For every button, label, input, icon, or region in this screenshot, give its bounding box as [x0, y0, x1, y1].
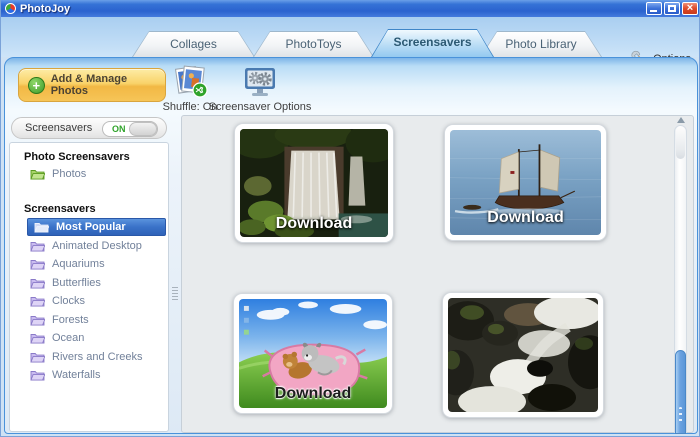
folder-icon — [30, 334, 45, 344]
close-icon: × — [686, 2, 694, 14]
maximize-button[interactable] — [664, 2, 680, 15]
minimize-icon — [650, 10, 657, 12]
sidebar-item-photos[interactable]: Photos — [30, 165, 86, 183]
app-logo-icon — [5, 3, 16, 14]
folder-icon — [30, 297, 45, 307]
sidebar-item-forests[interactable]: Forests — [30, 311, 89, 329]
scroll-up-icon[interactable] — [677, 117, 685, 123]
download-label: Download — [275, 215, 353, 232]
sidebar-splitter[interactable] — [171, 115, 179, 433]
gallery-scrollbar[interactable] — [674, 125, 687, 434]
tab-collages[interactable]: Collages — [132, 31, 255, 57]
sidebar-item-butterflies[interactable]: Butterflies — [30, 274, 101, 292]
toggle-knob — [129, 122, 157, 136]
sailing-ship-thumbnail: Download — [450, 130, 601, 235]
waterfall-thumbnail: Download — [240, 129, 388, 237]
folder-icon — [30, 279, 45, 289]
cartoon-pets-thumbnail: Download — [239, 299, 387, 408]
tab-screensavers[interactable]: Screensavers — [371, 29, 494, 57]
folder-icon — [30, 170, 45, 180]
window-title: PhotoJoy — [20, 2, 71, 15]
plus-icon: + — [28, 76, 45, 94]
scrollbar-grip-icon — [679, 407, 682, 424]
screensavers-on-toggle[interactable]: ON — [102, 121, 158, 137]
screensavers-heading: Screensavers — [24, 203, 96, 215]
screensaver-card-sailing-ship[interactable]: Download — [444, 124, 607, 241]
tab-photo-library[interactable]: Photo Library — [480, 31, 602, 57]
scrollbar-thumb[interactable] — [675, 350, 686, 434]
sidebar: Photo Screensavers Photos Screensavers M… — [9, 142, 169, 432]
photojoy-window: PhotoJoy × Collages PhotoToys Screensave… — [0, 0, 700, 437]
screensaver-options-button[interactable]: Screensaver Options — [205, 63, 315, 113]
sidebar-item-ocean[interactable]: Ocean — [30, 329, 84, 347]
screensaver-card-waterfall[interactable]: Download — [234, 123, 394, 243]
folder-icon — [30, 242, 45, 252]
photo-screensavers-heading: Photo Screensavers — [24, 151, 130, 163]
folder-icon — [30, 260, 45, 270]
download-label: Download — [487, 209, 564, 226]
sidebar-item-most-popular[interactable]: Most Popular — [27, 218, 166, 236]
sidebar-item-clocks[interactable]: Clocks — [30, 292, 85, 310]
folder-icon — [30, 353, 45, 363]
scrollbar-cap — [676, 127, 685, 159]
screensaver-card-cartoon-pets[interactable]: Download — [233, 293, 393, 414]
minimize-button[interactable] — [646, 2, 662, 15]
folder-icon — [34, 223, 49, 233]
screensaver-card-rocky-creek[interactable] — [442, 292, 604, 418]
splitter-grip-icon — [172, 287, 178, 300]
title-bar: PhotoJoy × — [1, 0, 699, 17]
tab-phototoys[interactable]: PhotoToys — [253, 31, 374, 57]
close-button[interactable]: × — [682, 2, 698, 15]
folder-icon — [30, 316, 45, 326]
screensavers-toggle-bar: Screensavers ON — [11, 117, 167, 139]
screensaver-gallery: Download Download Download — [181, 115, 694, 434]
sidebar-item-animated-desktop[interactable]: Animated Desktop — [30, 237, 142, 255]
sidebar-item-aquariums[interactable]: Aquariums — [30, 255, 105, 273]
rocky-creek-thumbnail — [448, 298, 598, 412]
sidebar-item-waterfalls[interactable]: Waterfalls — [30, 366, 101, 384]
tab-strip: Collages PhotoToys Screensavers Photo Li… — [1, 17, 699, 66]
maximize-icon — [668, 5, 676, 12]
sidebar-item-rivers-and-creeks[interactable]: Rivers and Creeks — [30, 348, 142, 366]
monitor-gears-icon — [205, 63, 315, 99]
download-label: Download — [274, 385, 352, 402]
folder-icon — [30, 371, 45, 381]
